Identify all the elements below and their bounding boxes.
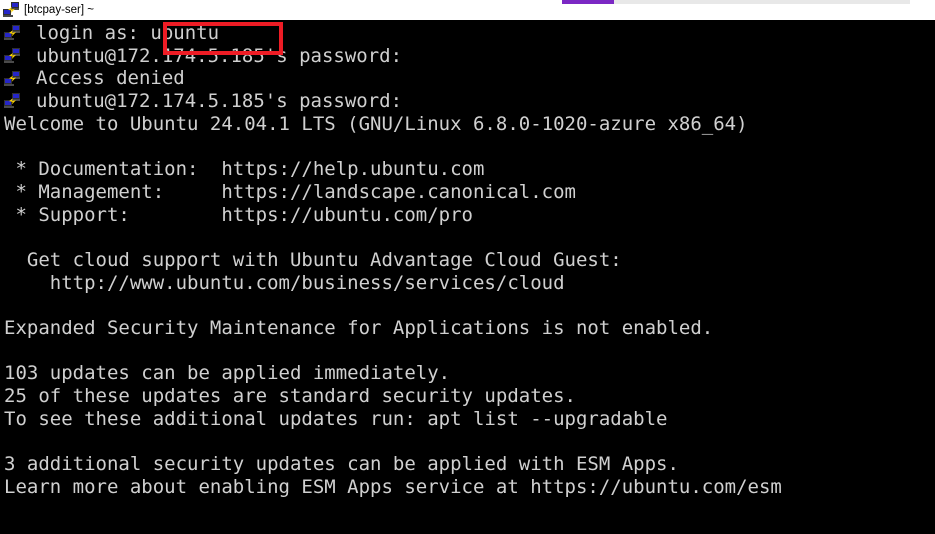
terminal-line: ubuntu@172.174.5.185's password: — [0, 90, 935, 113]
terminal-line: Expanded Security Maintenance for Applic… — [0, 317, 935, 340]
terminal-line-text: * Management: https://landscape.canonica… — [4, 180, 576, 203]
terminal-line-icon — [0, 70, 36, 87]
terminal-line: Learn more about enabling ESM Apps servi… — [0, 476, 935, 499]
window-title: [btcpay-ser] ~ — [24, 4, 94, 16]
terminal-line: Access denied — [0, 67, 935, 90]
terminal-line-text: login as: ubuntu — [36, 22, 220, 44]
terminal-line: login as: ubuntu — [0, 22, 935, 45]
terminal-line-text: Access denied — [36, 67, 185, 90]
terminal-line: 103 updates can be applied immediately. — [0, 362, 935, 385]
terminal-line: 25 of these updates are standard securit… — [0, 385, 935, 408]
terminal-line-icon — [0, 93, 36, 109]
terminal-line-text: Get cloud support with Ubuntu Advantage … — [4, 248, 622, 271]
terminal-line-icon — [0, 48, 36, 64]
terminal-line: * Support: https://ubuntu.com/pro — [0, 204, 935, 227]
page-load-progress-track — [562, 0, 910, 4]
putty-network-icon — [4, 93, 20, 109]
terminal-line-text: 25 of these updates are standard securit… — [4, 385, 576, 407]
terminal-line: Get cloud support with Ubuntu Advantage … — [0, 249, 935, 272]
window-title-bar: [btcpay-ser] ~ — [0, 0, 935, 20]
title-bar-content: [btcpay-ser] ~ — [0, 0, 94, 20]
terminal-line: Welcome to Ubuntu 24.04.1 LTS (GNU/Linux… — [0, 113, 935, 136]
terminal-line-text: Welcome to Ubuntu 24.04.1 LTS (GNU/Linux… — [4, 112, 748, 135]
terminal-line: http://www.ubuntu.com/business/services/… — [0, 272, 935, 295]
page-load-progress-fill — [562, 0, 615, 4]
terminal-line-text: * Documentation: https://help.ubuntu.com — [4, 158, 485, 181]
terminal-line-text: 3 additional security updates can be app… — [4, 453, 679, 476]
terminal-line: * Management: https://landscape.canonica… — [0, 181, 935, 204]
terminal-output[interactable]: login as: ubuntu ubuntu@172.174.5.185's p… — [0, 20, 935, 534]
putty-network-icon — [4, 25, 20, 41]
terminal-line-text: Expanded Security Maintenance for Applic… — [4, 316, 714, 339]
putty-network-icon — [4, 70, 20, 87]
terminal-line-text: * Support: https://ubuntu.com/pro — [4, 203, 473, 226]
terminal-line-text: 103 updates can be applied immediately. — [4, 362, 451, 385]
terminal-line: 3 additional security updates can be app… — [0, 453, 935, 476]
putty-network-icon — [3, 2, 19, 18]
putty-network-icon — [4, 48, 20, 64]
terminal-line: To see these additional updates run: apt… — [0, 408, 935, 431]
terminal-line-icon — [0, 25, 36, 41]
terminal-line: ubuntu@172.174.5.185's password: — [0, 45, 935, 68]
terminal-line-text: http://www.ubuntu.com/business/services/… — [4, 271, 565, 294]
terminal-line-text: ubuntu@172.174.5.185's password: — [36, 90, 403, 113]
terminal-line-text: Learn more about enabling ESM Apps servi… — [4, 475, 782, 498]
terminal-line-text: ubuntu@172.174.5.185's password: — [36, 44, 403, 67]
terminal-line-text: To see these additional updates run: apt… — [4, 407, 668, 430]
terminal-line: * Documentation: https://help.ubuntu.com — [0, 158, 935, 181]
